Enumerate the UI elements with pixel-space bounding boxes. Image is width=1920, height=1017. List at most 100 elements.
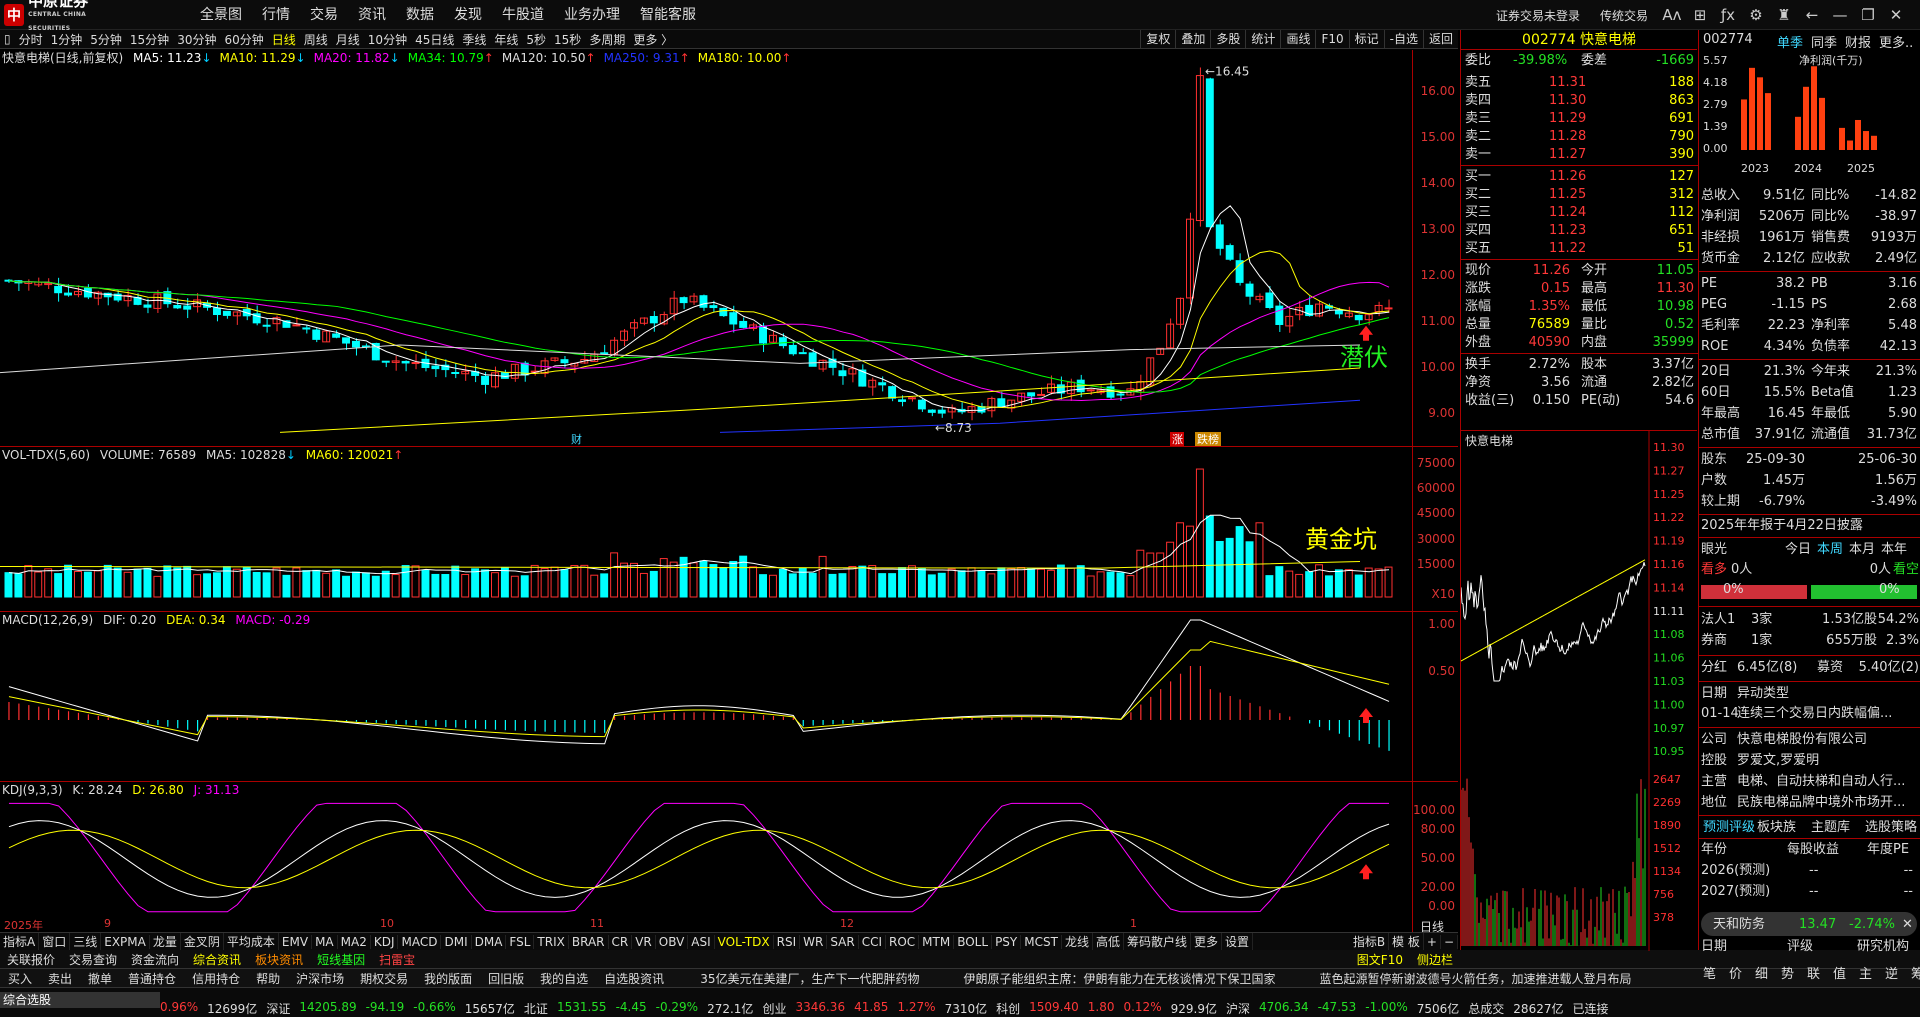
menu-item-1[interactable]: 行情 xyxy=(252,0,300,30)
bull-bar[interactable] xyxy=(1701,585,1807,599)
restore-icon[interactable]: ❐ xyxy=(1854,6,1882,24)
classic-trade-link[interactable]: 传统交易 xyxy=(1600,7,1648,24)
func-tab-1[interactable]: 交易查询 xyxy=(62,951,124,968)
period-7[interactable]: 周线 xyxy=(300,31,332,48)
eye-option-0[interactable]: 今日 xyxy=(1785,540,1811,560)
order-button-10[interactable]: 我的自选 xyxy=(532,970,596,987)
order-button-9[interactable]: 回旧版 xyxy=(480,970,532,987)
order-button-3[interactable]: 普通持仓 xyxy=(120,970,184,987)
bottom-tab-7[interactable]: 逆 xyxy=(1885,965,1898,985)
tool-button-0[interactable]: 复权 xyxy=(1140,30,1175,49)
finance-marker[interactable]: 财 xyxy=(571,432,582,446)
indicator-tab-18[interactable]: VR xyxy=(632,934,656,949)
func-tab-4[interactable]: 板块资讯 xyxy=(248,951,310,968)
f10-tab-3[interactable]: 更多.. xyxy=(1879,32,1913,51)
order-button-7[interactable]: 期权交易 xyxy=(352,970,416,987)
indicator-tab-16[interactable]: BRAR xyxy=(569,934,609,949)
volume-chart[interactable]: 黄金坑 xyxy=(0,447,1412,611)
order-button-5[interactable]: 帮助 xyxy=(248,970,288,987)
indicator-tab-27[interactable]: MTM xyxy=(919,934,955,949)
period-1[interactable]: 1分钟 xyxy=(47,31,87,48)
f10-tab-0[interactable]: 单季 xyxy=(1777,32,1803,51)
indicator-right-2[interactable]: + xyxy=(1424,934,1441,949)
indicator-tab-26[interactable]: ROC xyxy=(886,934,920,949)
func-tab-6[interactable]: 扫雷宝 xyxy=(372,951,422,968)
period-8[interactable]: 月线 xyxy=(332,31,364,48)
period-5[interactable]: 60分钟 xyxy=(220,31,267,48)
indicator-tab-7[interactable]: EMV xyxy=(279,934,313,949)
period-9[interactable]: 10分钟 xyxy=(364,31,411,48)
forecast-tab-1[interactable]: 板块族 xyxy=(1757,818,1796,838)
minimize-icon[interactable]: — xyxy=(1826,6,1854,24)
order-button-6[interactable]: 沪深市场 xyxy=(288,970,352,987)
indicator-tab-33[interactable]: 筹码散户线 xyxy=(1124,933,1191,950)
menu-item-0[interactable]: 全景图 xyxy=(190,0,252,30)
indicator-tab-14[interactable]: FSL xyxy=(506,934,535,949)
func-right-1[interactable]: 侧边栏 xyxy=(1410,951,1460,968)
indicator-right-3[interactable]: − xyxy=(1441,934,1458,949)
period-16[interactable]: 更多 〉 xyxy=(629,31,677,48)
indicator-tab-8[interactable]: MA xyxy=(312,934,338,949)
indicator-tab-35[interactable]: 设置 xyxy=(1222,933,1254,950)
order-button-2[interactable]: 撤单 xyxy=(80,970,120,987)
news-item-0[interactable]: 35亿美元在美建厂，生产下一代肥胖药物 xyxy=(692,970,955,987)
indicator-tab-30[interactable]: MCST xyxy=(1021,934,1062,949)
indicator-right-1[interactable]: 模 板 xyxy=(1389,933,1424,950)
indicator-tab-28[interactable]: BOLL xyxy=(954,934,993,949)
indicator-tab-15[interactable]: TRIX xyxy=(534,934,569,949)
order-button-8[interactable]: 我的版面 xyxy=(416,970,480,987)
func-tab-3[interactable]: 综合资讯 xyxy=(186,951,248,968)
forecast-tab-0[interactable]: 预测评级 xyxy=(1703,818,1755,838)
candlestick-chart[interactable]: ←16.45 ←8.73 潜伏财 涨 跌榜 xyxy=(0,50,1412,446)
close-icon[interactable]: ✕ xyxy=(1882,6,1910,24)
bottom-tab-1[interactable]: 价 xyxy=(1729,965,1742,985)
func-tab-2[interactable]: 资金流向 xyxy=(124,951,186,968)
bottom-tab-5[interactable]: 值 xyxy=(1833,965,1846,985)
period-2[interactable]: 5分钟 xyxy=(86,31,126,48)
indicator-tab-10[interactable]: KDJ xyxy=(371,934,399,949)
bottom-tab-8[interactable]: 筹 xyxy=(1911,965,1920,985)
bottom-tab-6[interactable]: 主 xyxy=(1859,965,1872,985)
indicator-tab-5[interactable]: 金叉阴 xyxy=(181,933,224,950)
bear-bar[interactable] xyxy=(1811,585,1917,599)
tool-button-4[interactable]: 画线 xyxy=(1280,30,1315,49)
menu-item-2[interactable]: 交易 xyxy=(300,0,348,30)
menu-item-5[interactable]: 发现 xyxy=(444,0,492,30)
bottom-tab-0[interactable]: 笔 xyxy=(1703,965,1716,985)
indicator-tab-32[interactable]: 高低 xyxy=(1093,933,1124,950)
news-item-2[interactable]: 蓝色起源暂停新谢波德号火箭任务，加速推进载人登月布局 xyxy=(1311,970,1667,987)
menu-item-4[interactable]: 数据 xyxy=(396,0,444,30)
indicator-tab-20[interactable]: ASI xyxy=(688,934,715,949)
drop-list-marker[interactable]: 跌榜 xyxy=(1197,432,1219,446)
period-6[interactable]: 日线 xyxy=(268,31,300,48)
indicator-tab-24[interactable]: SAR xyxy=(827,934,859,949)
indicator-tab-13[interactable]: DMA xyxy=(472,934,507,949)
menu-item-6[interactable]: 牛股道 xyxy=(492,0,554,30)
font-size-icon[interactable]: Aʌ xyxy=(1658,6,1686,24)
indicator-tab-4[interactable]: 龙量 xyxy=(150,933,181,950)
period-10[interactable]: 45日线 xyxy=(411,31,458,48)
order-button-0[interactable]: 买入 xyxy=(0,970,40,987)
grid-icon[interactable]: ⊞ xyxy=(1686,6,1714,24)
bottom-tab-3[interactable]: 势 xyxy=(1781,965,1794,985)
indicator-tab-21[interactable]: VOL-TDX xyxy=(715,934,774,949)
eye-option-3[interactable]: 本年 xyxy=(1881,540,1907,560)
tool-button-3[interactable]: 统计 xyxy=(1245,30,1280,49)
kdj-chart[interactable] xyxy=(0,782,1412,917)
bottom-tab-2[interactable]: 细 xyxy=(1755,965,1768,985)
period-12[interactable]: 年线 xyxy=(490,31,522,48)
tool-button-5[interactable]: F10 xyxy=(1315,30,1348,49)
indicator-tab-2[interactable]: 三线 xyxy=(70,933,102,950)
indicator-tab-22[interactable]: RSI xyxy=(774,934,801,949)
period-4[interactable]: 30分钟 xyxy=(173,31,220,48)
menu-item-3[interactable]: 资讯 xyxy=(348,0,396,30)
sidebar-toggle-icon[interactable]: ▯ xyxy=(0,32,15,46)
indicator-tab-29[interactable]: PSY xyxy=(992,934,1022,949)
indicator-tab-25[interactable]: CCI xyxy=(859,934,886,949)
news-item-1[interactable]: 伊朗原子能组织主席：伊朗有能力在无核谈情况下保卫国家 xyxy=(955,970,1311,987)
bottom-tab-4[interactable]: 联 xyxy=(1807,965,1820,985)
sector-close-icon[interactable]: ✕ xyxy=(1902,915,1913,935)
indicator-tab-34[interactable]: 更多 xyxy=(1191,933,1222,950)
period-14[interactable]: 15秒 xyxy=(550,31,585,48)
shirt-icon[interactable]: ♜ xyxy=(1770,6,1798,24)
